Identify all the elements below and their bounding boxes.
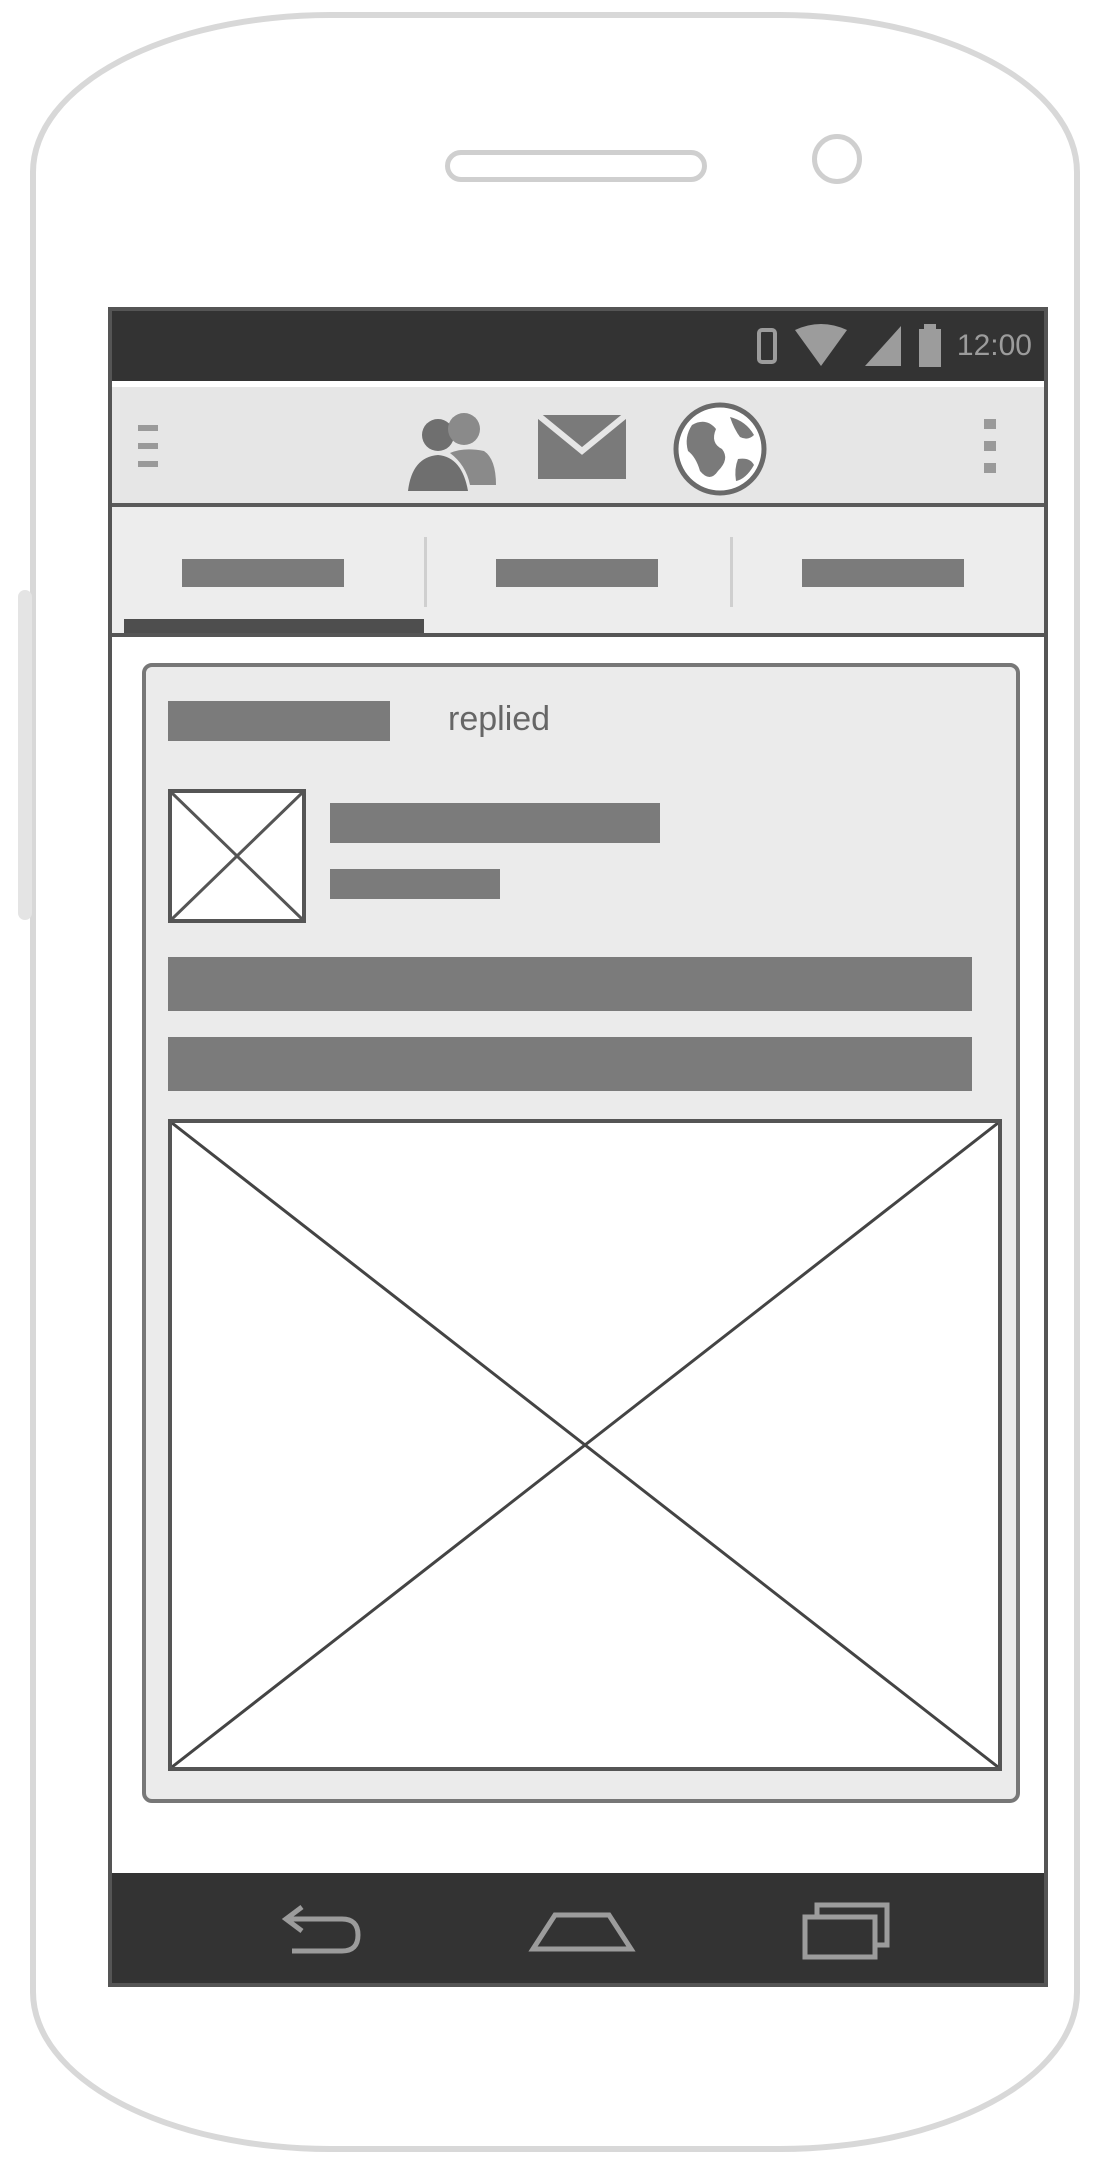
card-subtitle bbox=[330, 869, 500, 899]
battery-icon bbox=[918, 324, 941, 367]
card-body-line bbox=[168, 1037, 972, 1091]
phone-side-button bbox=[18, 590, 32, 920]
people-icon[interactable] bbox=[402, 405, 498, 493]
menu-icon[interactable] bbox=[134, 415, 162, 479]
globe-icon[interactable] bbox=[670, 399, 770, 499]
tab-2[interactable] bbox=[426, 507, 730, 633]
home-icon[interactable] bbox=[527, 1893, 637, 1963]
wifi-icon bbox=[794, 324, 847, 366]
tab-1-label bbox=[182, 559, 344, 587]
phone-camera bbox=[812, 134, 862, 184]
tab-3[interactable] bbox=[732, 507, 1036, 633]
vibrate-icon bbox=[756, 328, 777, 364]
status-bar: 12:00 bbox=[112, 311, 1044, 381]
tab-1[interactable] bbox=[112, 507, 416, 633]
back-icon[interactable] bbox=[272, 1893, 372, 1963]
card-title bbox=[330, 803, 660, 843]
phone-screen: 12:00 replied bbox=[108, 307, 1048, 1987]
phone-speaker bbox=[445, 150, 707, 182]
card-thumbnail[interactable] bbox=[168, 789, 306, 923]
card-user-name[interactable] bbox=[168, 701, 390, 741]
overflow-menu-icon[interactable] bbox=[980, 413, 1000, 479]
card-action-text: replied bbox=[448, 700, 551, 738]
image-placeholder-icon bbox=[172, 1123, 998, 1767]
signal-icon bbox=[864, 326, 901, 366]
action-bar bbox=[112, 387, 1044, 507]
navigation-bar bbox=[112, 1873, 1044, 1983]
tab-selected-indicator bbox=[124, 619, 424, 633]
tab-3-label bbox=[802, 559, 964, 587]
status-clock: 12:00 bbox=[956, 329, 1032, 362]
feed-card[interactable]: replied bbox=[142, 663, 1020, 1803]
tab-2-label bbox=[496, 559, 658, 587]
tab-bar bbox=[112, 507, 1044, 637]
recent-apps-icon[interactable] bbox=[797, 1893, 897, 1963]
mail-icon[interactable] bbox=[536, 411, 628, 483]
card-media-image[interactable] bbox=[168, 1119, 1002, 1771]
image-placeholder-icon bbox=[172, 793, 302, 919]
card-body-line bbox=[168, 957, 972, 1011]
